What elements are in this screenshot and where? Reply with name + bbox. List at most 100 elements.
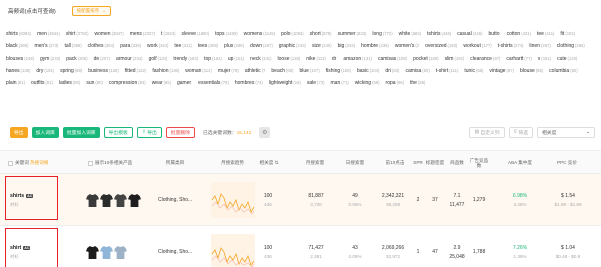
keyword-chip[interactable]: sleeve(1690) <box>182 28 210 40</box>
keyword-chip[interactable]: ladies(80) <box>59 77 81 89</box>
keyword-chip[interactable]: tee(411) <box>537 28 554 40</box>
keyword-chip[interactable]: gym(233) <box>40 53 60 65</box>
keyword-chip[interactable]: columbia(82) <box>549 65 577 77</box>
sort-select[interactable]: 相关度 ⌄ <box>537 127 595 138</box>
custom-columns-button[interactable]: ▤ 自定义列 <box>469 127 505 138</box>
keyword-chip[interactable]: clearance(97) <box>470 53 500 65</box>
keyword-chip[interactable]: fishing(106) <box>326 65 351 77</box>
keyword-chip[interactable]: men's(373) <box>34 40 58 52</box>
keyword-chip[interactable]: women's(2 <box>395 40 419 52</box>
keyword-chip[interactable]: fitted(122) <box>125 65 147 77</box>
keyword-chip[interactable]: t-shirt(111) <box>436 65 459 77</box>
keyword-chip[interactable]: t-shirts(274) <box>498 40 524 52</box>
batch-delete-button[interactable]: 批量删除 <box>165 127 195 138</box>
keyword-chip[interactable]: camisas(108) <box>378 53 407 65</box>
keyword-chip[interactable]: hombres(74) <box>235 77 263 89</box>
table-row[interactable]: shirts AC 衬衫 Clothing, Sho... 100 436 81,… <box>0 174 601 226</box>
category-cell[interactable]: Clothing, Sho... <box>158 174 208 226</box>
keyword-chip[interactable]: t(1924) <box>161 28 176 40</box>
keyword-chip[interactable]: graphic(243) <box>279 40 306 52</box>
keyword-chip[interactable]: dri(83) <box>385 65 399 77</box>
keyword-chip[interactable]: pocket(169) <box>413 53 439 65</box>
keyword-chip[interactable]: nike(113) <box>306 53 326 65</box>
category-cell[interactable]: Clothing, Sho... <box>158 226 208 267</box>
sort-filter-dropdown[interactable]: 按配置排序 ⌄ <box>71 6 111 16</box>
keyword-chip[interactable]: clothes(364) <box>88 40 115 52</box>
keyword-chip[interactable]: v(181) <box>538 53 551 65</box>
keyword-chip[interactable]: blouse(86) <box>520 65 543 77</box>
export-template-button[interactable]: 导出模板 <box>103 127 133 138</box>
keyword-chip[interactable]: cotton(421) <box>507 28 531 40</box>
keyword-cell[interactable]: shirt AC 衬衫 <box>10 226 54 267</box>
keyword-chip[interactable]: compression(84) <box>109 77 146 89</box>
keyword-chip[interactable]: woman(112) <box>185 65 212 77</box>
keyword-chip[interactable]: top(162) <box>204 53 222 65</box>
keyword-chip[interactable]: wicking(69) <box>355 77 380 89</box>
keyword-chip[interactable]: spring(88) <box>60 65 82 77</box>
keyword-chip[interactable]: big(233) <box>338 40 355 52</box>
col-product-count[interactable]: 商品数 <box>444 151 470 175</box>
keyword-chip[interactable]: linen(267) <box>529 40 550 52</box>
keyword-chip[interactable]: wear(65) <box>152 77 171 89</box>
keyword-chip[interactable]: fashion(136) <box>152 65 179 77</box>
keyword-chip[interactable]: golf(134) <box>149 53 168 65</box>
show-products-checkbox[interactable] <box>88 160 93 166</box>
keyword-chip[interactable]: loose(128) <box>278 53 301 65</box>
keyword-chip[interactable]: long(772) <box>372 28 392 40</box>
keyword-chip[interactable]: camisa(50) <box>405 65 429 77</box>
keyword-chip[interactable]: neck(131) <box>250 53 271 65</box>
keyword-chip[interactable]: tee(311) <box>174 40 191 52</box>
keyword-chip[interactable]: tops(1469) <box>215 28 238 40</box>
keyword-chip[interactable]: fit(102) <box>560 28 575 40</box>
keyword-chip[interactable]: summer(833) <box>338 28 367 40</box>
product-thumbs[interactable] <box>86 174 150 226</box>
keyword-chip[interactable]: workout(177) <box>463 40 491 52</box>
keyword-chip[interactable]: work(324) <box>147 40 168 52</box>
keyword-chip[interactable]: sun(80) <box>86 77 103 89</box>
keyword-chip[interactable]: casual(446) <box>457 28 482 40</box>
keyword-chip[interactable]: polo(1093) <box>281 28 304 40</box>
keyword-chip[interactable]: tall(368) <box>64 40 81 52</box>
keyword-chip[interactable]: up(151) <box>228 53 244 65</box>
keyword-chip[interactable]: man(71) <box>331 77 349 89</box>
keyword-chip[interactable]: down(267) <box>250 40 273 52</box>
keyword-chip[interactable]: mujer(78) <box>218 65 239 77</box>
export-secondary-button[interactable]: ⇪ 导出 <box>136 127 162 138</box>
keyword-chip[interactable]: white(683) <box>399 28 421 40</box>
add-to-library-button[interactable]: 加入词库 <box>31 127 59 138</box>
keyword-chip[interactable]: the(65) <box>410 77 425 89</box>
export-button[interactable]: 导出 <box>10 127 28 138</box>
keyword-chip[interactable]: butto <box>488 28 500 40</box>
keyword-chip[interactable]: mens(2337) <box>130 28 155 40</box>
keyword-chip[interactable]: shirt(3792) <box>66 28 89 40</box>
keyword-chip[interactable]: basic(104) <box>357 65 379 77</box>
keyword-chip[interactable]: lightweight(18) <box>269 77 301 89</box>
keyword-chip[interactable]: dry(191) <box>36 65 54 77</box>
col-relevance[interactable]: 相关度 ⇅ <box>258 151 280 175</box>
keyword-cell[interactable]: shirts AC 衬衫 <box>10 174 54 226</box>
keyword-chip[interactable]: shirts(8384) <box>6 28 31 40</box>
gear-icon[interactable]: ⚙ <box>259 127 271 138</box>
keyword-chip[interactable]: de(207) <box>94 53 110 65</box>
keyword-chip[interactable]: blue(107) <box>299 65 319 77</box>
keyword-chip[interactable]: cute(120) <box>557 53 577 65</box>
col-daily[interactable]: 日搜索量 <box>340 151 370 175</box>
keyword-chip[interactable]: men(4644) <box>37 28 60 40</box>
batch-add-library-button[interactable]: 批量加入词库 <box>62 127 100 138</box>
keyword-chip[interactable]: blouses(249) <box>6 53 34 65</box>
keyword-chip[interactable]: essentials(78) <box>198 77 229 89</box>
col-title-density[interactable]: 标题密度 <box>424 151 446 175</box>
table-row[interactable]: shirt AC 衬衫 Clothing, Sho... 100 436 71,4… <box>0 226 601 267</box>
keyword-chip[interactable]: dr <box>332 53 337 65</box>
keyword-chip[interactable]: amazon(131) <box>343 53 372 65</box>
product-thumbs[interactable] <box>86 226 150 267</box>
col-products[interactable]: 展示10条相关产品 <box>88 151 158 175</box>
keyword-chip[interactable]: beach(68) <box>271 65 293 77</box>
col-ad-count[interactable]: 广告竞品数 <box>468 151 490 175</box>
keyword-chip[interactable]: sale(73) <box>307 77 325 89</box>
keyword-chip[interactable]: tshirts(446) <box>427 28 451 40</box>
keyword-chip[interactable]: tunic(58) <box>464 65 483 77</box>
filter-button[interactable]: ⊽ 筛选 <box>508 127 533 138</box>
keyword-chip[interactable]: hanes(138) <box>6 65 30 77</box>
keyword-chip[interactable]: hombre(236) <box>361 40 389 52</box>
